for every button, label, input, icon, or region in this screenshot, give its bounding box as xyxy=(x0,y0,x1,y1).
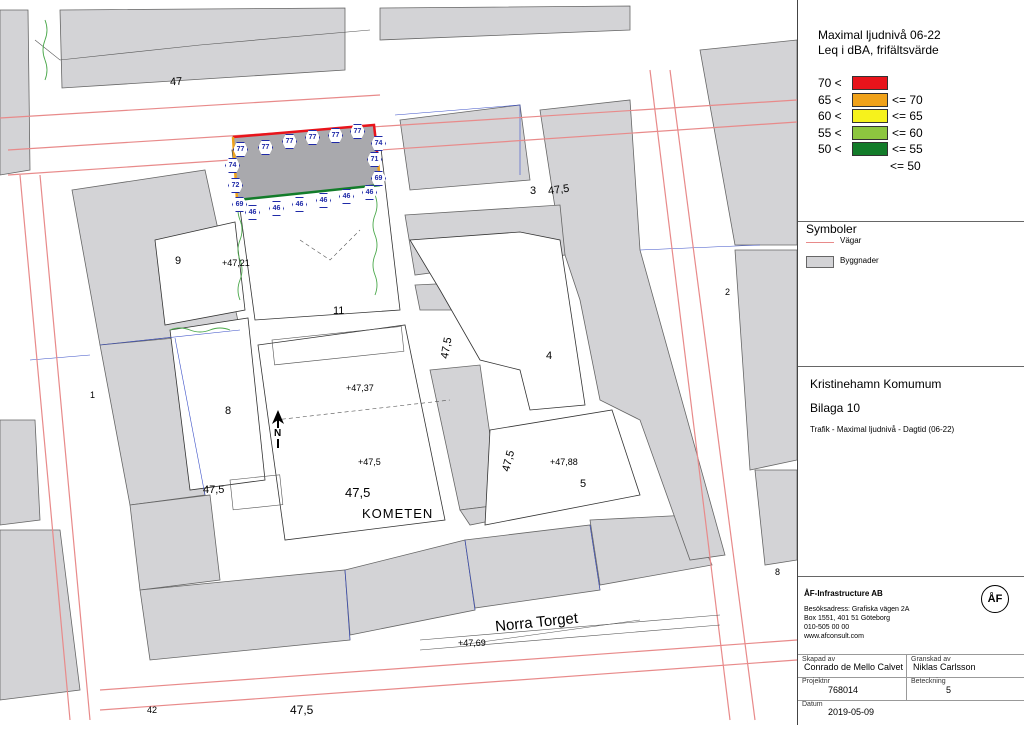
noise-legend: Maximal ljudnivå 06-22 Leq i dBA, frifäl… xyxy=(798,0,1024,222)
company-block: ÅF-Infrastructure AB Besöksadress: Grafi… xyxy=(798,577,1024,655)
appendix-no: 5 xyxy=(946,685,952,695)
legend-class-row: 60 < <= 65 xyxy=(818,109,923,123)
edge-number: 8 xyxy=(775,567,781,577)
legend-class-row: 65 < <= 70 xyxy=(818,92,923,107)
date: 2019-05-09 xyxy=(828,707,875,717)
appendix-no-label: Beteckning xyxy=(911,678,946,685)
legend-upper-bound: <= 70 xyxy=(892,92,923,107)
legend-swatch xyxy=(852,160,886,172)
legend-title: Maximal ljudnivå 06-22 xyxy=(818,28,941,42)
appendix-title: Bilaga 10 xyxy=(810,401,861,415)
company-phone: 010-505 00 00 xyxy=(804,624,850,631)
block-number: 9 xyxy=(175,255,182,267)
legend-lower-bound: 60 < xyxy=(818,109,842,123)
legend-lower-bound: 70 < xyxy=(818,76,842,90)
legend-swatch xyxy=(852,125,888,140)
height-label: 47,5 xyxy=(290,703,314,717)
building-symbol xyxy=(806,256,834,268)
height-label: 47 xyxy=(169,75,183,89)
legend-upper-bound: <= 55 xyxy=(892,142,923,156)
height-label: 47,5 xyxy=(203,484,225,496)
height-label: 47,5 xyxy=(345,485,371,500)
company-box: Box 1551, 401 51 Göteborg xyxy=(804,615,891,622)
map-description: Trafik - Maximal ljudnivå - Dagtid (06-2… xyxy=(810,425,955,434)
symbols-title: Symboler xyxy=(806,222,857,236)
legend-swatch xyxy=(852,76,888,90)
north-label: N xyxy=(274,428,282,439)
spot-height: +47,88 xyxy=(550,457,578,467)
spot-height: +47,21 xyxy=(222,258,250,268)
road-symbol xyxy=(806,242,834,243)
date-label: Datum xyxy=(802,701,823,708)
legend-subtitle: Leq i dBA, frifältsvärde xyxy=(818,43,939,57)
reviewed-by: Niklas Carlsson xyxy=(913,662,976,672)
project-name: Kristinehamn Komumum xyxy=(810,377,942,391)
edge-number: 1 xyxy=(90,390,96,400)
map-legend-panel: Maximal ljudnivå 06-22 Leq i dBA, frifäl… xyxy=(797,0,1024,725)
legend-swatch xyxy=(852,92,888,107)
building-label: Byggnader xyxy=(840,256,879,265)
legend-upper-bound: <= 60 xyxy=(892,125,923,140)
block-number: 3 xyxy=(530,185,537,197)
company-name: ÅF-Infrastructure AB xyxy=(804,589,883,598)
spot-height: +47,37 xyxy=(346,383,374,393)
block-number: 5 xyxy=(580,478,587,490)
road-label: Vägar xyxy=(840,236,862,245)
legend-swatch xyxy=(852,142,888,156)
company-logo: ÅF xyxy=(981,585,1009,613)
legend-lower-bound: 50 < xyxy=(818,142,842,156)
project-no-label: Projektnr xyxy=(802,678,831,685)
block-number: 8 xyxy=(225,405,232,417)
company-address: Besöksadress: Grafiska vägen 2A xyxy=(804,606,910,613)
spot-height: +47,5 xyxy=(358,457,381,467)
spot-height: +47,69 xyxy=(458,638,486,648)
company-web: www.afconsult.com xyxy=(804,633,864,640)
legend-lower-bound: 55 < xyxy=(818,125,842,140)
block-name: KOMETEN xyxy=(362,506,434,521)
edge-number: 42 xyxy=(147,705,158,715)
legend-class-row: 50 < <= 55 xyxy=(818,142,923,156)
legend-upper-bound: <= 50 xyxy=(890,158,921,173)
legend-class-row: <= 50 xyxy=(818,159,921,173)
project-info: Kristinehamn Komumum Bilaga 10 Trafik - … xyxy=(798,367,1024,577)
map-view[interactable]: 77 77 77 77 77 77 74 74 72 69 71 69 46 4… xyxy=(0,0,798,725)
created-by: Conrado de Mello Calvet xyxy=(804,662,904,672)
legend-class-row: 55 < <= 60 xyxy=(818,125,923,140)
project-no: 768014 xyxy=(828,685,859,695)
title-block: Skapad av Conrado de Mello Calvet Gransk… xyxy=(798,655,1024,725)
legend-class-row: 70 < xyxy=(818,76,892,90)
symbols-section: Symboler Vägar Byggnader xyxy=(798,222,1024,367)
block-number: 11 xyxy=(333,305,345,317)
edge-number: 2 xyxy=(725,287,731,297)
legend-lower-bound: 65 < xyxy=(818,92,842,107)
map-canvas xyxy=(0,0,798,725)
legend-swatch xyxy=(852,109,888,123)
legend-upper-bound: <= 65 xyxy=(892,109,923,123)
block-number: 4 xyxy=(546,350,553,362)
